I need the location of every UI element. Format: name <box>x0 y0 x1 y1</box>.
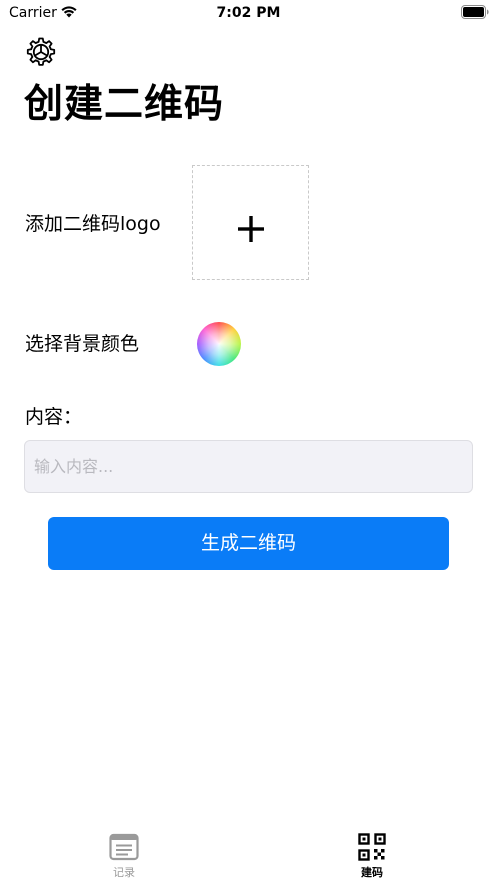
tab-records[interactable]: 记录 <box>0 820 248 883</box>
tab-records-label: 记录 <box>113 866 135 879</box>
tab-create[interactable]: 建码 <box>248 820 496 883</box>
plus-icon <box>238 216 264 242</box>
tab-create-label: 建码 <box>361 866 383 879</box>
status-time: 7:02 PM <box>216 5 281 21</box>
page-title: 创建二维码 <box>24 82 225 127</box>
content-input[interactable] <box>24 440 473 493</box>
add-logo-button[interactable] <box>192 165 309 280</box>
gear-icon <box>26 37 56 66</box>
document-list-icon <box>109 833 139 861</box>
status-bar: Carrier 7:02 PM <box>0 0 497 26</box>
generate-qr-button[interactable]: 生成二维码 <box>48 517 449 570</box>
qr-code-icon <box>358 833 386 861</box>
battery-icon <box>461 5 489 19</box>
color-wheel-icon[interactable] <box>197 322 241 366</box>
tab-bar: 记录 建码 <box>0 820 497 883</box>
logo-label: 添加二维码logo <box>25 213 161 235</box>
background-color-label: 选择背景颜色 <box>25 333 140 355</box>
settings-button[interactable] <box>25 36 57 68</box>
content-label: 内容： <box>25 406 83 428</box>
